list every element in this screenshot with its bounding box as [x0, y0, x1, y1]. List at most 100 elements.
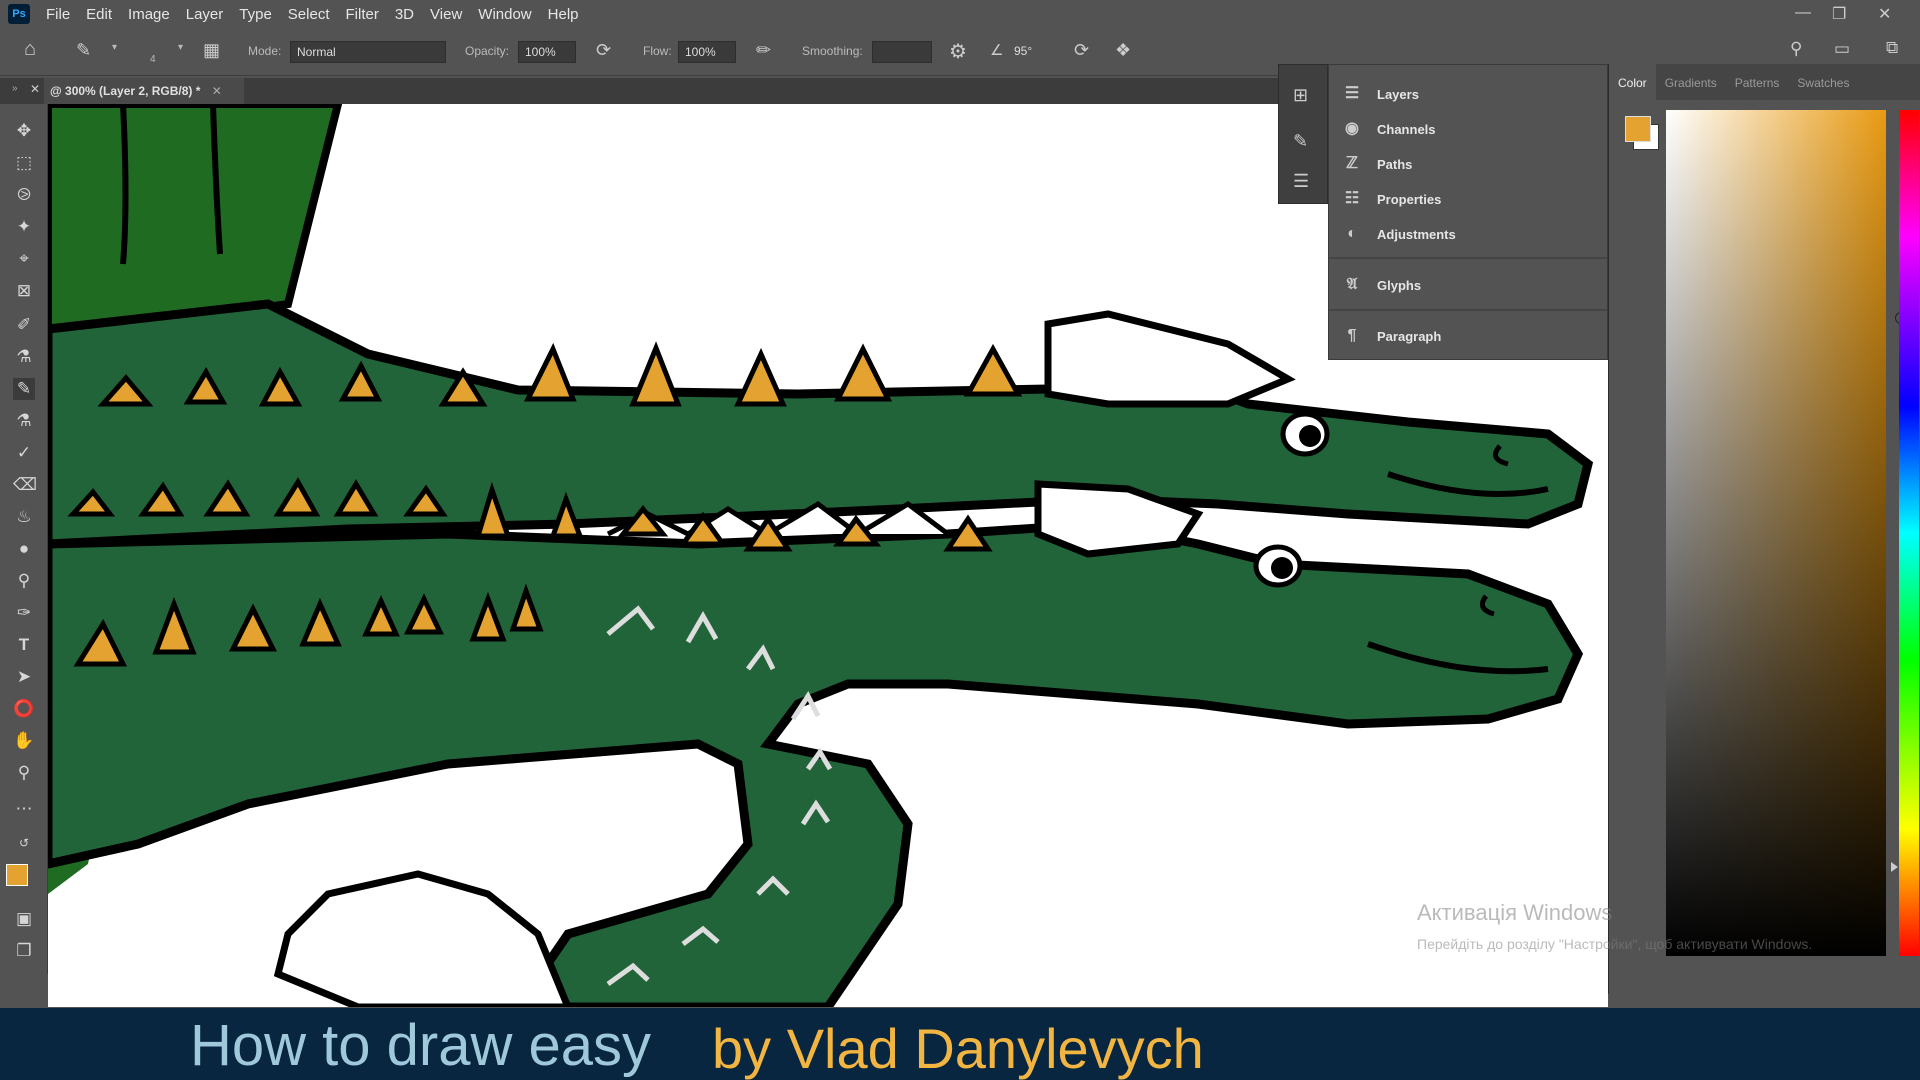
frame-tool-icon[interactable]: ⊠: [13, 280, 35, 302]
menu-view[interactable]: View: [422, 6, 470, 23]
menu-3d[interactable]: 3D: [387, 6, 422, 23]
hand-tool-icon[interactable]: ✋: [13, 730, 35, 752]
pen-tool-icon[interactable]: ✑: [13, 602, 35, 624]
brush-size[interactable]: 4: [150, 54, 156, 65]
angle-field[interactable]: 95°: [1008, 41, 1054, 63]
color-panel: Color Gradients Patterns Swatches: [1608, 64, 1920, 994]
crop-tool-icon[interactable]: ⌖: [13, 248, 35, 270]
menu-file[interactable]: File: [38, 6, 78, 23]
smoothing-label: Smoothing:: [802, 44, 863, 58]
share-icon[interactable]: ⧉: [1886, 38, 1898, 58]
mode-select[interactable]: Normal: [290, 41, 446, 63]
menu-layer[interactable]: Layer: [178, 6, 232, 23]
adjustments-icon: ◐: [1347, 225, 1357, 242]
search-icon[interactable]: ⚲: [1790, 39, 1802, 59]
ellipse-tool-icon[interactable]: ⭕: [13, 698, 35, 720]
color-panel-tabs: Color Gradients Patterns Swatches: [1609, 64, 1920, 100]
move-tool-icon[interactable]: ✥: [13, 120, 35, 142]
panel-properties[interactable]: ☷ Properties: [1329, 182, 1607, 216]
path-selection-tool-icon[interactable]: ➤: [13, 666, 35, 688]
collapsed-panel-strip: ⊞ ✎ ☰: [1278, 64, 1328, 204]
pressure-opacity-icon[interactable]: ⟳: [596, 40, 611, 61]
upper-pupil: [1299, 425, 1321, 447]
screen-mode-icon[interactable]: ❐: [13, 940, 35, 962]
symmetry-icon[interactable]: ❖: [1115, 40, 1131, 61]
magic-wand-tool-icon[interactable]: ✦: [13, 216, 35, 238]
panel-list: ☰ Layers ◉ Channels ℤ Paths ☷ Properties…: [1328, 64, 1608, 360]
menu-window[interactable]: Window: [470, 6, 539, 23]
healing-tool-icon[interactable]: ⚗: [13, 346, 35, 368]
home-icon[interactable]: ⌂: [24, 38, 36, 61]
menu-filter[interactable]: Filter: [338, 6, 387, 23]
menu-edit[interactable]: Edit: [78, 6, 120, 23]
panel-layers[interactable]: ☰ Layers: [1329, 77, 1607, 111]
flow-field[interactable]: 100%: [678, 41, 736, 63]
menu-type[interactable]: Type: [231, 6, 280, 23]
eraser-tool-icon[interactable]: ⌫: [13, 474, 37, 496]
menu-image[interactable]: Image: [120, 6, 178, 23]
history-brush-tool-icon[interactable]: ✓: [13, 442, 35, 464]
brush-tool-icon[interactable]: ✎: [76, 40, 91, 61]
blur-tool-icon[interactable]: ●: [13, 538, 35, 560]
panel-adjustments[interactable]: ◐ Adjustments: [1329, 217, 1607, 251]
foreground-color-swatch[interactable]: [6, 864, 28, 886]
lower-pupil: [1271, 557, 1293, 579]
panel-paths[interactable]: ℤ Paths: [1329, 147, 1607, 181]
opacity-label: Opacity:: [465, 44, 510, 58]
watermark-subtitle: Перейдіть до розділу "Настройки", щоб ак…: [1417, 936, 1813, 952]
panel-divider: [1329, 257, 1607, 259]
marquee-tool-icon[interactable]: ⬚: [13, 152, 35, 174]
hue-slider-arrow-icon[interactable]: [1891, 862, 1898, 872]
glyphs-icon: 𝔄: [1346, 276, 1358, 293]
quick-mask-icon[interactable]: ▣: [13, 908, 35, 930]
tab-close-icon[interactable]: ✕: [212, 84, 222, 98]
upper-foot: [1044, 310, 1296, 408]
menu-select[interactable]: Select: [280, 6, 338, 23]
brush-tool-icon[interactable]: ✎: [13, 378, 35, 400]
panel-foreground-swatch[interactable]: [1625, 116, 1651, 142]
windows-activation-watermark: Активація Windows Перейдіть до розділу "…: [1417, 900, 1857, 956]
gear-icon[interactable]: ⚙: [949, 39, 967, 64]
panel-channels[interactable]: ◉ Channels: [1329, 112, 1607, 146]
swap-colors-icon[interactable]: ↺: [13, 832, 35, 854]
airbrush-icon[interactable]: ✏: [756, 40, 771, 61]
smoothing-field[interactable]: [872, 41, 932, 63]
brush-preset-chevron-icon[interactable]: ▾: [178, 42, 183, 53]
tab-swatches[interactable]: Swatches: [1788, 64, 1858, 100]
opacity-field[interactable]: 100%: [518, 41, 576, 63]
workspace-icon[interactable]: ▭: [1834, 39, 1850, 59]
panel-label: Glyphs: [1377, 277, 1422, 293]
brush-settings-panel-icon[interactable]: ✎: [1293, 131, 1308, 152]
history-icon[interactable]: ⊞: [1293, 85, 1308, 106]
brush-settings-icon[interactable]: ▦: [203, 40, 220, 61]
minimize-icon[interactable]: —: [1795, 4, 1811, 22]
lasso-tool-icon[interactable]: ⧁: [13, 184, 35, 206]
paint-bucket-tool-icon[interactable]: ♨: [13, 506, 35, 528]
saturation-brightness-field[interactable]: [1666, 110, 1907, 956]
tab-gradients[interactable]: Gradients: [1656, 64, 1726, 100]
paragraph-icon: ¶: [1347, 327, 1357, 344]
tools-panel: ✥ ⬚ ⧁ ✦ ⌖ ⊠ ✐ ⚗ ✎ ⚗ ✓ ⌫ ♨ ● ⚲ ✑ T ➤ ⭕ ✋ …: [0, 104, 48, 974]
tab-patterns[interactable]: Patterns: [1726, 64, 1789, 100]
eyedropper-tool-icon[interactable]: ✐: [13, 314, 35, 336]
close-doc-icon[interactable]: ✕: [30, 82, 40, 96]
video-caption-banner: How to draw easy by Vlad Danylevych: [0, 1008, 1920, 1080]
dropdown-chevron-icon[interactable]: ▾: [112, 42, 117, 53]
zoom-tool-icon[interactable]: ⚲: [13, 762, 35, 784]
panel-glyphs[interactable]: 𝔄 Glyphs: [1329, 268, 1607, 302]
close-icon[interactable]: ✕: [1878, 4, 1891, 24]
pressure-size-icon[interactable]: ⟳: [1074, 40, 1089, 61]
panel-collapse-icon[interactable]: »: [12, 83, 18, 94]
stamp-tool-icon[interactable]: ⚗: [13, 410, 35, 432]
adjust-panel-icon[interactable]: ☰: [1293, 171, 1309, 192]
panel-paragraph[interactable]: ¶ Paragraph: [1329, 319, 1607, 353]
document-tab[interactable]: @ 300% (Layer 2, RGB/8) * ✕: [44, 78, 244, 104]
more-tools-icon[interactable]: ⋯: [13, 798, 35, 820]
hue-slider[interactable]: [1899, 110, 1919, 956]
dodge-tool-icon[interactable]: ⚲: [13, 570, 35, 592]
type-tool-icon[interactable]: T: [13, 634, 35, 656]
restore-icon[interactable]: ❐: [1832, 4, 1846, 24]
panel-divider: [1329, 309, 1607, 311]
tab-color[interactable]: Color: [1609, 64, 1656, 100]
menu-help[interactable]: Help: [540, 6, 587, 23]
